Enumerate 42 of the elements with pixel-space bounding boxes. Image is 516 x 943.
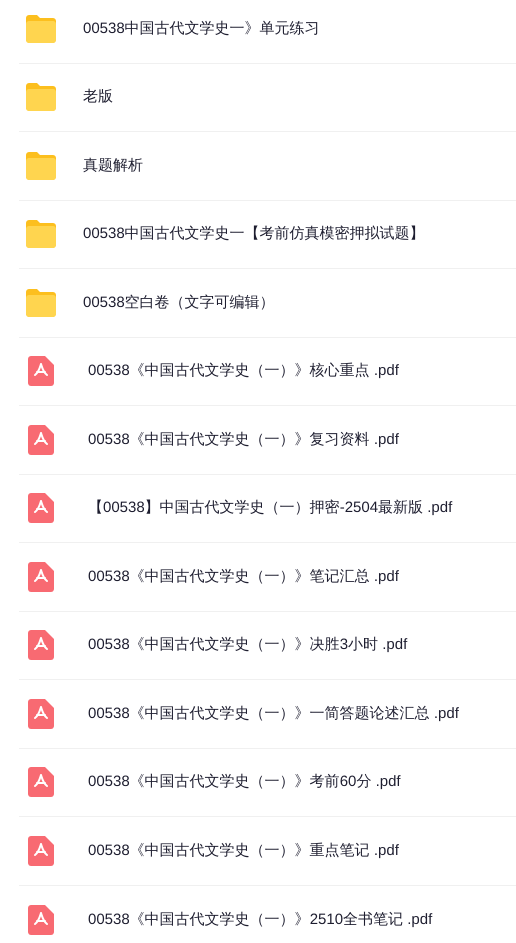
file-row[interactable]: 00538《中国古代文学史（一）》2510全书笔记 .pdf <box>19 886 516 943</box>
pdf-file-icon <box>28 904 54 935</box>
folder-icon <box>24 150 58 181</box>
file-row[interactable]: 00538《中国古代文学史（一）》重点笔记 .pdf <box>19 817 516 886</box>
file-name: 【00538】中国古代文学史（一）押密-2504最新版 .pdf <box>88 498 452 518</box>
file-row[interactable]: 老版 <box>19 64 516 132</box>
pdf-file-icon <box>28 562 54 592</box>
file-row[interactable]: 00538《中国古代文学史（一）》核心重点 .pdf <box>19 338 516 406</box>
file-row[interactable]: 00538空白卷（文字可编辑） <box>19 269 516 338</box>
file-name: 00538《中国古代文学史（一）》决胜3小时 .pdf <box>88 635 408 655</box>
folder-icon <box>24 219 58 250</box>
file-name: 00538中国古代文学史一【考前仿真模密押拟试题】 <box>83 224 425 244</box>
pdf-file-icon <box>28 493 54 524</box>
file-row[interactable]: 00538《中国古代文学史（一）》复习资料 .pdf <box>19 406 516 474</box>
folder-icon <box>24 82 58 112</box>
file-row[interactable]: 00538《中国古代文学史（一）》一简答题论述汇总 .pdf <box>19 680 516 748</box>
file-name: 00538《中国古代文学史（一）》核心重点 .pdf <box>88 361 399 381</box>
file-row[interactable]: 00538中国古代文学史一【考前仿真模密押拟试题】 <box>19 200 516 269</box>
folder-icon <box>24 14 58 44</box>
file-row[interactable]: 00538《中国古代文学史（一）》决胜3小时 .pdf <box>19 612 516 680</box>
file-name: 00538《中国古代文学史（一）》笔记汇总 .pdf <box>88 566 399 586</box>
file-name: 00538《中国古代文学史（一）》复习资料 .pdf <box>88 430 399 450</box>
file-name: 00538《中国古代文学史（一）》考前60分 .pdf <box>88 772 401 792</box>
file-name: 真题解析 <box>83 156 143 176</box>
file-row[interactable]: 00538中国古代文学史一》单元练习 <box>19 0 516 64</box>
file-row[interactable]: 【00538】中国古代文学史（一）押密-2504最新版 .pdf <box>19 474 516 543</box>
file-name: 老版 <box>83 87 113 107</box>
file-name: 00538中国古代文学史一》单元练习 <box>83 18 320 38</box>
pdf-file-icon <box>28 698 54 729</box>
file-row[interactable]: 00538《中国古代文学史（一）》笔记汇总 .pdf <box>19 543 516 612</box>
file-row[interactable]: 00538《中国古代文学史（一）》考前60分 .pdf <box>19 748 516 817</box>
pdf-file-icon <box>28 767 54 798</box>
file-name: 00538空白卷（文字可编辑） <box>83 292 275 312</box>
file-name: 00538《中国古代文学史（一）》一简答题论述汇总 .pdf <box>88 704 459 724</box>
file-name: 00538《中国古代文学史（一）》重点笔记 .pdf <box>88 840 399 860</box>
folder-icon <box>24 288 58 318</box>
pdf-file-icon <box>28 630 54 660</box>
file-name: 00538《中国古代文学史（一）》2510全书笔记 .pdf <box>88 910 432 930</box>
file-row[interactable]: 真题解析 <box>19 132 516 200</box>
pdf-file-icon <box>28 424 54 455</box>
pdf-file-icon <box>28 356 54 386</box>
pdf-file-icon <box>28 836 54 866</box>
